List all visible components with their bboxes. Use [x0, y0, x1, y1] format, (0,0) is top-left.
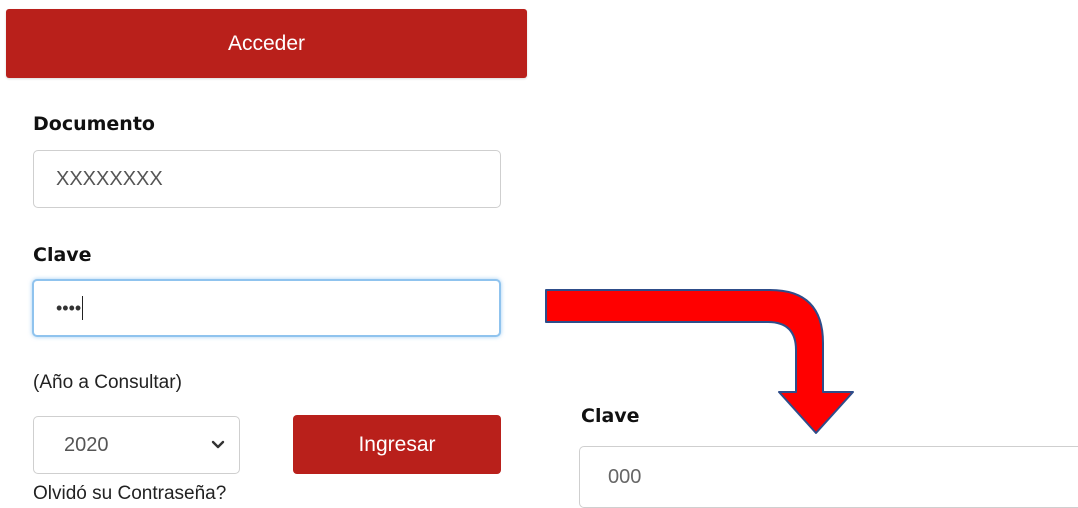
zoom-clave-value: 000 [608, 465, 642, 488]
red-arrow-annotation [545, 289, 854, 434]
zoom-clave-label: Clave [581, 405, 640, 427]
zoom-clave-input: 000 [579, 446, 1078, 508]
